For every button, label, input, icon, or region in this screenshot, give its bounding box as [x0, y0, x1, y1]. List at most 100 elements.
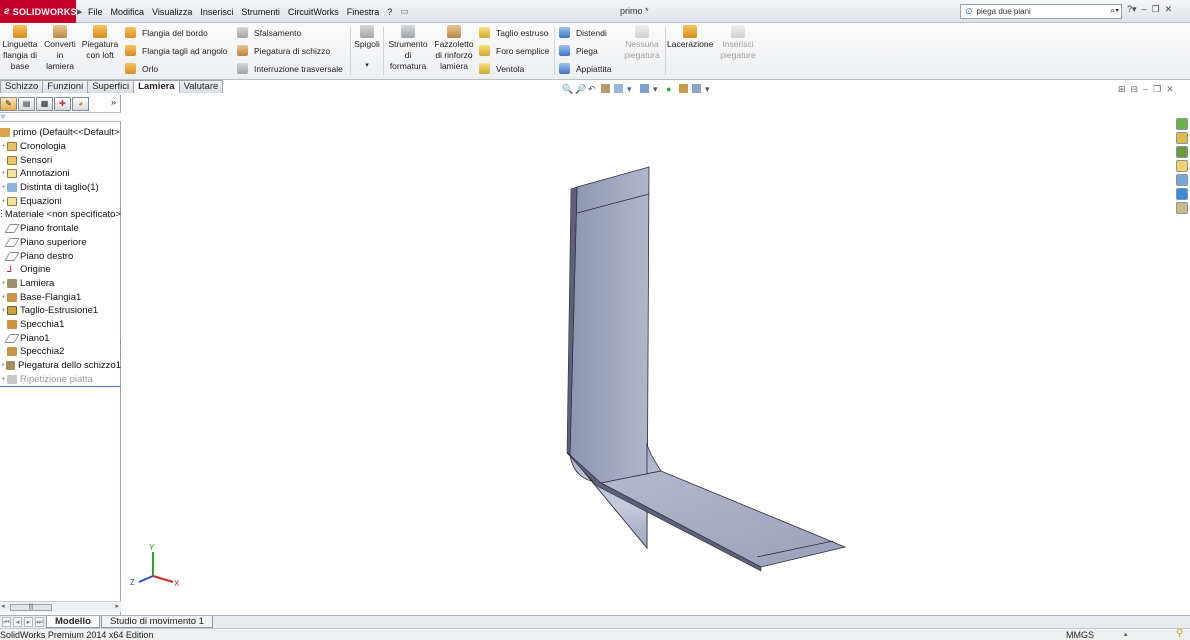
zoom-to-area-icon[interactable]: 🔎 [575, 84, 586, 94]
sfalsamento-button[interactable]: Sfalsamento [237, 27, 301, 38]
foro-semplice-button[interactable]: Foro semplice [479, 45, 549, 56]
dimxpert-manager-tab-icon[interactable]: ✚ [54, 97, 71, 111]
expand-icon[interactable]: + [0, 198, 7, 205]
tree-item-sensori[interactable]: Sensori [0, 153, 121, 167]
apply-scene-icon[interactable] [679, 84, 688, 93]
configuration-manager-tab-icon[interactable]: ▦ [36, 97, 53, 111]
viewport-restore-icon[interactable]: ❐ [1153, 84, 1161, 95]
pin-menu-icon[interactable]: ▭ [400, 6, 409, 17]
scroll-right-icon[interactable]: ▸ [115, 602, 119, 610]
view-orientation-icon[interactable]: ▾ [627, 84, 636, 94]
sheet-metal-part[interactable] [121, 95, 1176, 615]
tree-item-lamiera[interactable]: + Lamiera [0, 277, 121, 291]
design-library-icon[interactable] [1176, 132, 1188, 144]
appiattita-button[interactable]: Appiattita [559, 63, 611, 74]
appearances-icon[interactable] [1176, 174, 1188, 186]
view-palette-icon[interactable] [1176, 160, 1188, 172]
menu-visualizza[interactable]: Visualizza [152, 7, 192, 17]
view-settings-icon[interactable] [692, 84, 701, 93]
tab-modello[interactable]: Modello [46, 616, 100, 628]
taglio-estruso-button[interactable]: Taglio estruso [479, 27, 548, 38]
viewport-minimize-icon[interactable]: – [1143, 84, 1148, 95]
fazzoletto-button[interactable]: Fazzoletto di rinforzo lamiera [432, 25, 476, 72]
dynamic-annotation-icon[interactable] [614, 84, 623, 93]
tree-root[interactable]: primo (Default<<Default> [0, 126, 121, 140]
tree-item-piegatura-schizzo[interactable]: + Piegatura dello schizzo1 [0, 359, 121, 373]
tab-funzioni[interactable]: Funzioni [42, 80, 89, 93]
tree-item-origine[interactable]: ⅃ Origine [0, 263, 121, 277]
lacerazione-button[interactable]: Lacerazione [667, 25, 713, 50]
tab-valutare[interactable]: Valutare [178, 80, 224, 93]
prev-tab-icon[interactable]: ◂ [13, 617, 22, 627]
previous-view-icon[interactable]: ↶ [588, 84, 597, 94]
tree-item-equazioni[interactable]: + Equazioni [0, 194, 121, 208]
menu-strumenti[interactable]: Strumenti [241, 7, 280, 17]
search-box[interactable]: ⊙ ⌕▾ [960, 4, 1122, 19]
nessuna-piegatura-button[interactable]: Nessuna piegatura [620, 25, 664, 61]
interruzione-button[interactable]: Interruzione trasversale [237, 63, 343, 74]
tree-item-piano-superiore[interactable]: Piano superiore [0, 236, 121, 250]
help-icon[interactable]: ?▾ [1127, 4, 1137, 15]
tree-item-piano-frontale[interactable]: Piano frontale [0, 222, 121, 236]
viewport-close-icon[interactable]: ✕ [1166, 84, 1174, 95]
solidworks-resources-icon[interactable] [1176, 118, 1188, 130]
tree-item-materiale[interactable]: Materiale <non specificato> [0, 208, 121, 222]
next-tab-icon[interactable]: ▸ [24, 617, 33, 627]
tree-item-piano-destro[interactable]: Piano destro [0, 249, 121, 263]
search-icon[interactable]: ⌕▾ [1110, 5, 1119, 16]
filter-bar[interactable]: ▿ [0, 112, 121, 122]
logo-flyout-icon[interactable]: ▶ [77, 8, 82, 16]
last-tab-icon[interactable]: ⏭ [35, 617, 44, 627]
panel-horizontal-scrollbar[interactable]: ◂ ||| ▸ [0, 601, 121, 612]
scroll-left-icon[interactable]: ◂ [1, 602, 5, 610]
first-tab-icon[interactable]: ⏮ [2, 617, 11, 627]
menu-help[interactable]: ? [387, 7, 392, 17]
menu-file[interactable]: File [88, 7, 103, 17]
rebuild-indicator-icon[interactable]: ⚲ [1176, 629, 1186, 639]
tree-item-specchia2[interactable]: Specchia2 [0, 345, 121, 359]
expand-icon[interactable]: + [0, 376, 7, 383]
distendi-button[interactable]: Distendi [559, 27, 607, 38]
restore-icon[interactable]: ❐ [1152, 4, 1160, 15]
units-dropdown-icon[interactable]: ▴ [1124, 630, 1128, 638]
piega-button[interactable]: Piega [559, 45, 598, 56]
hide-show-items-icon[interactable]: ▾ [653, 84, 662, 94]
spigoli-button[interactable]: Spigoli ▾ [352, 25, 382, 71]
strumento-formatura-button[interactable]: Strumento di formatura [386, 25, 430, 72]
menu-circuitworks[interactable]: CircuitWorks [288, 7, 339, 17]
expand-icon[interactable]: + [0, 294, 7, 301]
viewport-tile-icon[interactable]: ⊞ [1118, 84, 1126, 95]
rollback-bar[interactable] [0, 386, 121, 387]
custom-properties-icon[interactable] [1176, 202, 1188, 214]
expand-icon[interactable]: + [0, 280, 7, 287]
tab-studio-movimento[interactable]: Studio di movimento 1 [101, 616, 213, 628]
expand-icon[interactable]: + [0, 170, 7, 177]
tab-schizzo[interactable]: Schizzo [0, 80, 44, 93]
more-view-icon[interactable]: ▾ [705, 84, 714, 94]
tree-item-ripetizione-piatta[interactable]: + Ripetizione piatta [0, 372, 121, 386]
expand-icon[interactable]: + [0, 184, 7, 191]
menu-finestra[interactable]: Finestra [347, 7, 380, 17]
orlo-button[interactable]: Orlo [125, 63, 158, 74]
units-indicator[interactable]: MMGS [1066, 630, 1094, 640]
tree-item-piano1[interactable]: Piano1 [0, 331, 121, 345]
linguetta-flangia-button[interactable]: Linguetta flangia di base [0, 25, 40, 72]
menu-modifica[interactable]: Modifica [111, 7, 145, 17]
tab-superfici[interactable]: Superfici [87, 80, 135, 93]
menu-inserisci[interactable]: Inserisci [200, 7, 233, 17]
converti-lamiera-button[interactable]: Converti in lamiera [42, 25, 78, 72]
minimize-icon[interactable]: – [1142, 4, 1147, 15]
zoom-to-fit-icon[interactable]: 🔍 [562, 84, 573, 94]
display-manager-tab-icon[interactable]: ◕ [72, 97, 89, 111]
edit-appearance-icon[interactable]: ● [666, 84, 675, 94]
more-tabs-icon[interactable]: » [111, 97, 116, 107]
property-manager-tab-icon[interactable]: ▤ [18, 97, 35, 111]
close-icon[interactable]: ✕ [1165, 4, 1173, 15]
tree-item-taglio-estrusione[interactable]: + Taglio-Estrusione1 [0, 304, 121, 318]
tree-item-cronologia[interactable]: + Cronologia [0, 140, 121, 154]
tree-item-annotazioni[interactable]: + Annotazioni [0, 167, 121, 181]
inserisci-piegature-button[interactable]: Inserisci piegature [714, 25, 762, 61]
spigoli-dropdown-icon[interactable]: ▾ [352, 60, 382, 71]
tree-item-distinta[interactable]: + Distinta di taglio(1) [0, 181, 121, 195]
expand-icon[interactable]: + [0, 143, 7, 150]
